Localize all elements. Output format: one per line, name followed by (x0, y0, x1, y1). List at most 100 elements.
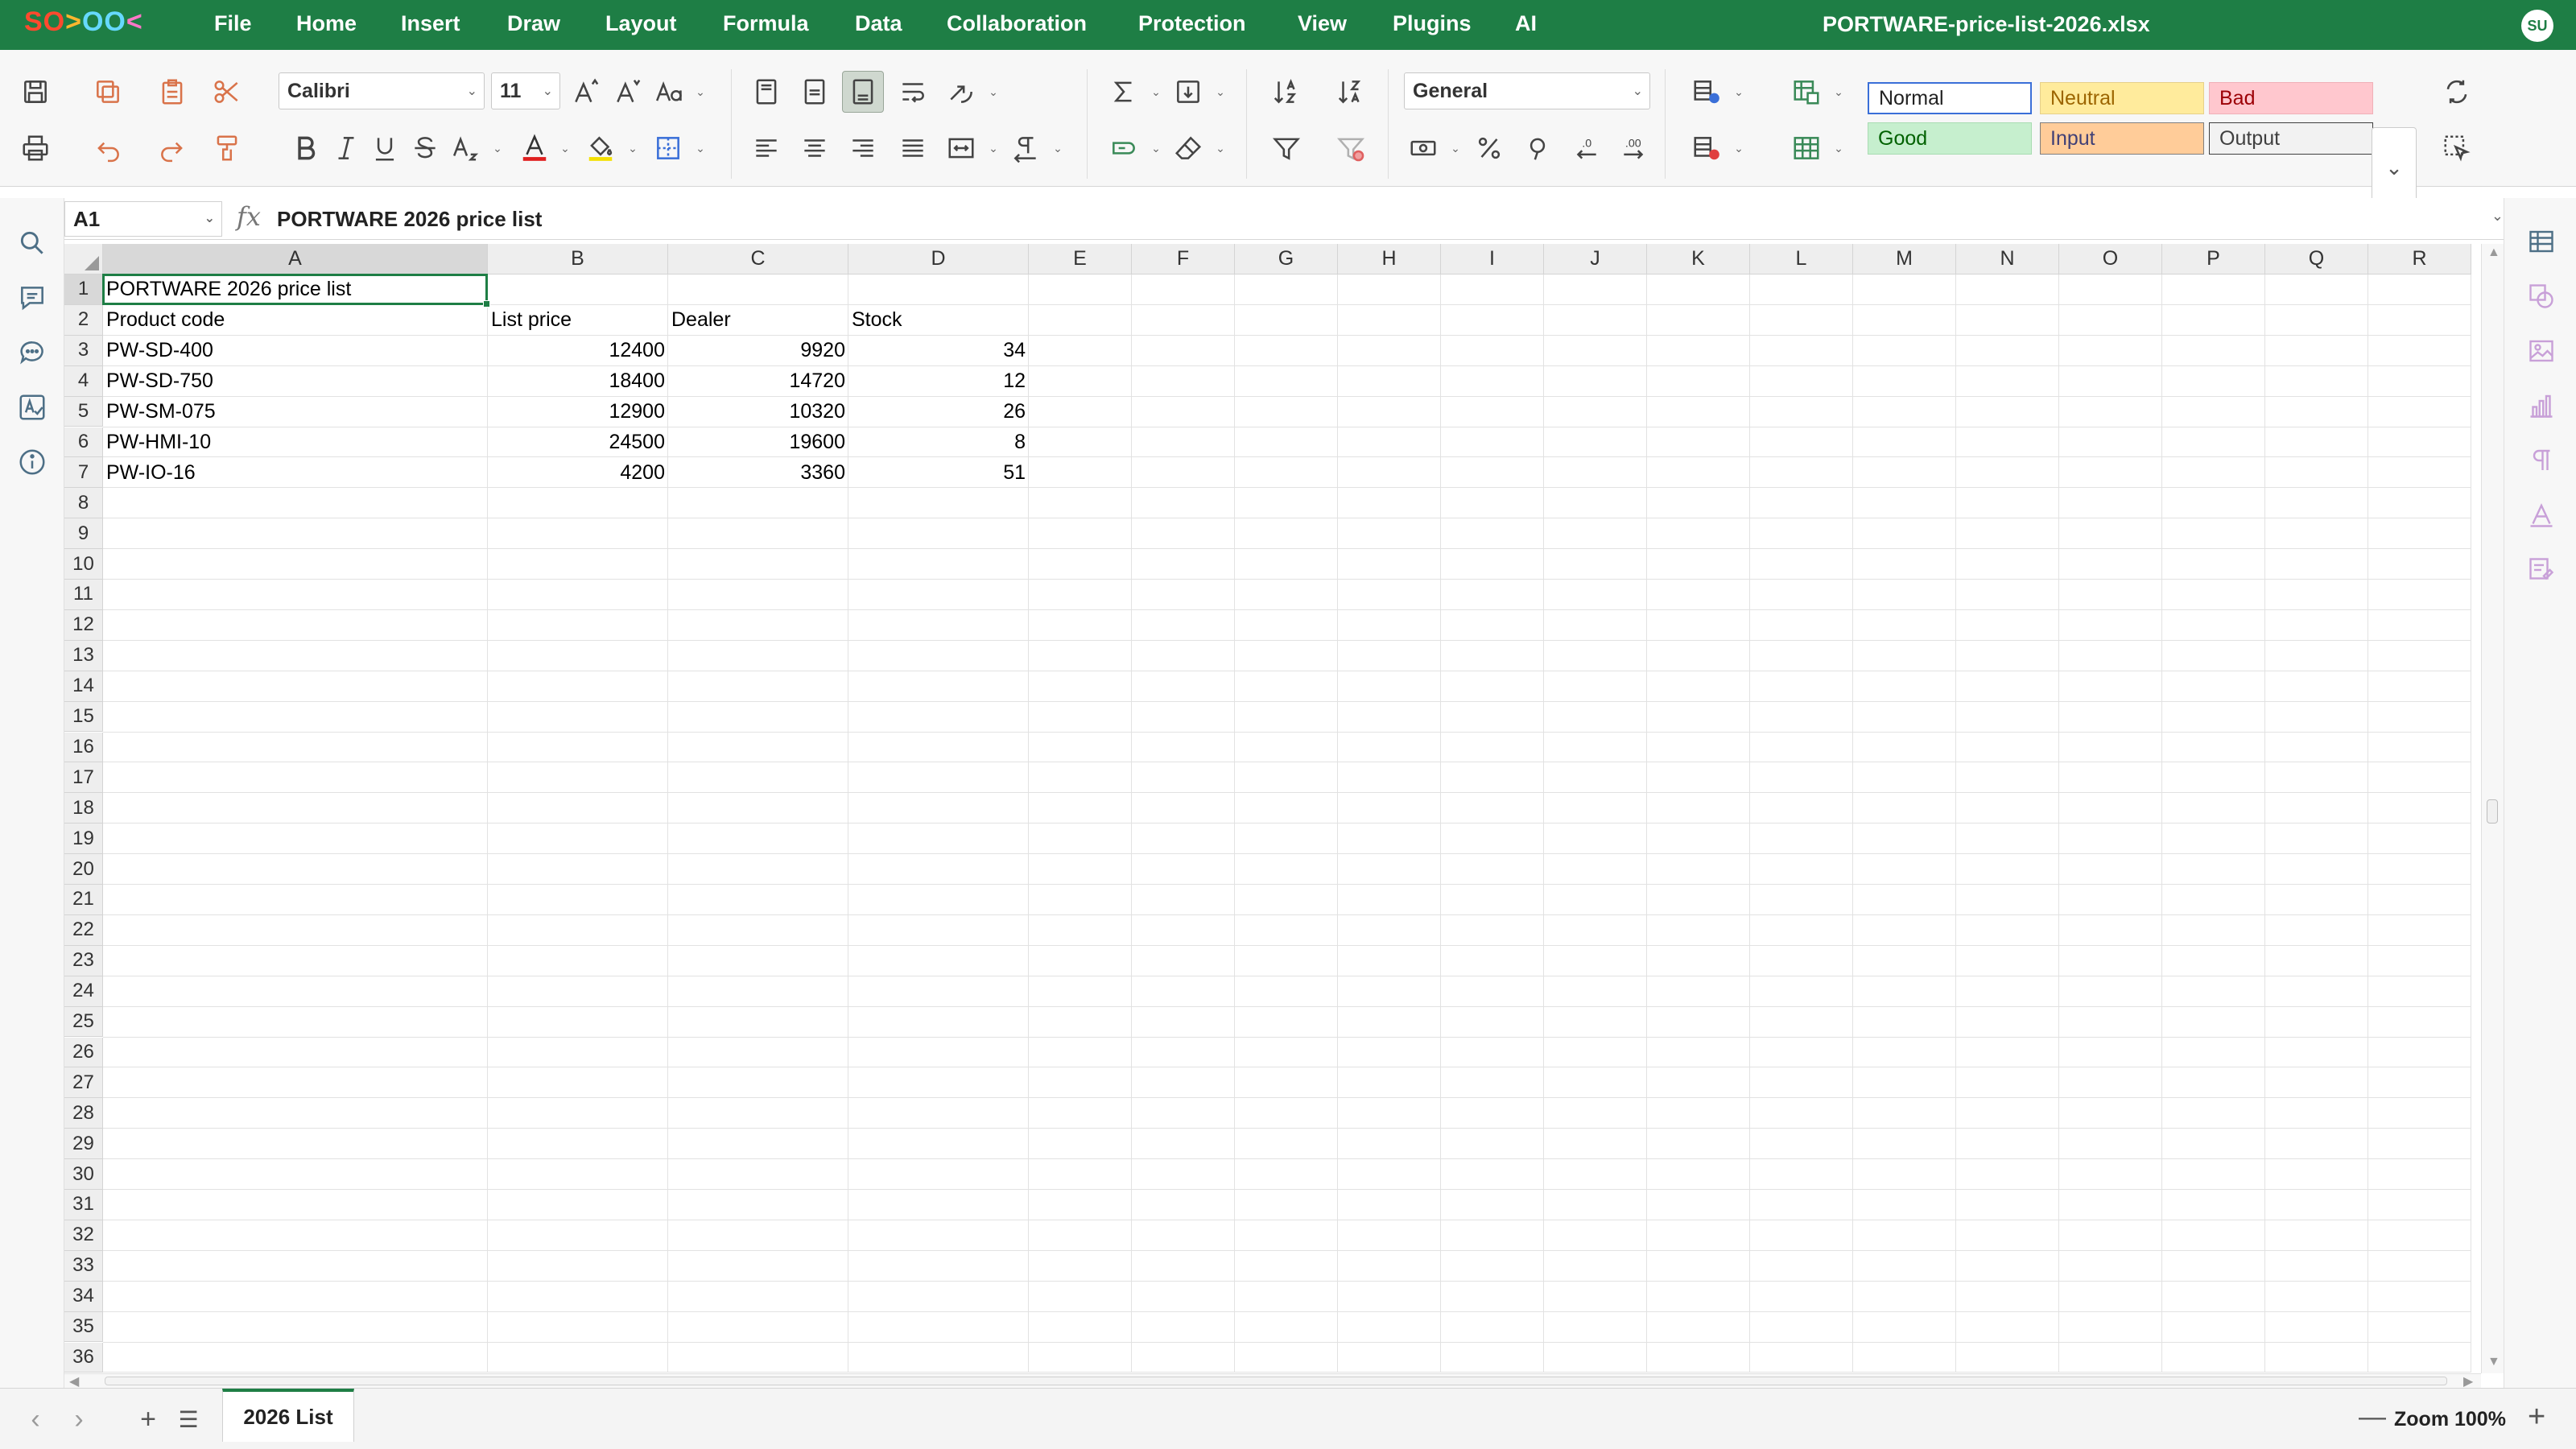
row-header[interactable]: 22 (64, 914, 103, 946)
column-header[interactable]: F (1132, 244, 1235, 275)
scroll-right-icon[interactable]: ▶ (2463, 1373, 2473, 1389)
row-header[interactable]: 9 (64, 518, 103, 550)
menu-collaboration[interactable]: Collaboration (947, 11, 1087, 36)
row-header[interactable]: 6 (64, 427, 103, 458)
chevron-down-icon[interactable]: ⌄ (694, 85, 707, 98)
column-header[interactable]: L (1750, 244, 1853, 275)
select-all-corner[interactable] (64, 244, 103, 275)
cell-a6[interactable]: PW-HMI-10 (103, 427, 488, 458)
chevron-down-icon[interactable]: ⌄ (491, 142, 504, 155)
shape-settings-icon[interactable] (2524, 279, 2559, 314)
merge-cells-icon[interactable] (940, 127, 982, 169)
cell-c2[interactable]: Dealer (668, 305, 848, 336)
user-avatar[interactable]: SU (2521, 10, 2553, 42)
row-header[interactable]: 28 (64, 1098, 103, 1129)
align-middle-icon[interactable] (794, 71, 836, 113)
row-header[interactable]: 32 (64, 1220, 103, 1251)
row-header[interactable]: 16 (64, 732, 103, 763)
row-header[interactable]: 10 (64, 549, 103, 580)
chevron-down-icon[interactable]: ⌄ (987, 142, 1000, 155)
signature-icon[interactable] (2524, 552, 2559, 588)
sheet-tab-2026-list[interactable]: 2026 List (222, 1389, 354, 1442)
chevron-down-icon[interactable]: ⌄ (694, 142, 707, 155)
cell-d2[interactable]: Stock (848, 305, 1029, 336)
cell-b3[interactable]: 12400 (488, 336, 668, 366)
style-output[interactable]: Output (2209, 122, 2373, 155)
chat-icon[interactable] (14, 335, 50, 370)
row-header[interactable]: 12 (64, 609, 103, 641)
cell-d5[interactable]: 26 (848, 397, 1029, 427)
text-direction-icon[interactable] (1005, 127, 1046, 169)
menu-insert[interactable]: Insert (401, 11, 460, 36)
style-neutral[interactable]: Neutral (2040, 82, 2204, 114)
font-name-select[interactable]: Calibri ⌄ (279, 72, 485, 109)
row-header[interactable]: 36 (64, 1342, 103, 1373)
column-header[interactable]: K (1647, 244, 1750, 275)
style-good[interactable]: Good (1868, 122, 2032, 155)
increase-decimal-icon[interactable]: .00 (1613, 127, 1655, 169)
format-painter-icon[interactable] (206, 127, 248, 169)
chevron-down-icon[interactable]: ⌄ (1214, 85, 1227, 98)
vertical-scroll-thumb[interactable] (2487, 799, 2498, 824)
format-as-table-icon[interactable] (1785, 71, 1827, 113)
cell-a3[interactable]: PW-SD-400 (103, 336, 488, 366)
subscript-icon[interactable] (446, 127, 488, 169)
name-box[interactable]: A1 ⌄ (64, 201, 222, 237)
number-format-select[interactable]: General ⌄ (1404, 72, 1650, 109)
row-header[interactable]: 23 (64, 945, 103, 976)
image-settings-icon[interactable] (2524, 333, 2559, 369)
increase-font-icon[interactable] (565, 71, 607, 113)
bold-icon[interactable] (285, 127, 327, 169)
vertical-scrollbar[interactable]: ▲ ▼ (2481, 244, 2504, 1373)
menu-protection[interactable]: Protection (1138, 11, 1246, 36)
row-header[interactable]: 29 (64, 1129, 103, 1160)
cell-c6[interactable]: 19600 (668, 427, 848, 458)
cell-a7[interactable]: PW-IO-16 (103, 457, 488, 488)
menu-layout[interactable]: Layout (605, 11, 677, 36)
align-left-icon[interactable] (745, 127, 787, 169)
chart-settings-icon[interactable] (2524, 388, 2559, 423)
cell-b2[interactable]: List price (488, 305, 668, 336)
row-header[interactable]: 31 (64, 1190, 103, 1220)
menu-ai[interactable]: AI (1515, 11, 1537, 36)
cell-c7[interactable]: 3360 (668, 457, 848, 488)
column-header[interactable]: B (488, 244, 668, 275)
function-icon[interactable]: fx (237, 201, 261, 232)
row-header[interactable]: 18 (64, 793, 103, 824)
row-header[interactable]: 3 (64, 335, 103, 366)
italic-icon[interactable] (325, 127, 367, 169)
fill-color-icon[interactable] (580, 127, 621, 169)
row-header[interactable]: 27 (64, 1067, 103, 1099)
zoom-in-icon[interactable]: + (2528, 1400, 2545, 1435)
row-header[interactable]: 15 (64, 701, 103, 733)
chevron-down-icon[interactable]: ⌄ (1449, 142, 1462, 155)
next-sheet-icon[interactable]: › (63, 1403, 95, 1435)
cell-c3[interactable]: 9920 (668, 336, 848, 366)
previous-sheet-icon[interactable]: ‹ (19, 1403, 52, 1435)
column-header[interactable]: C (668, 244, 848, 275)
cell-b7[interactable]: 4200 (488, 457, 668, 488)
column-header[interactable]: M (1853, 244, 1956, 275)
row-header[interactable]: 17 (64, 762, 103, 794)
menu-draw[interactable]: Draw (507, 11, 560, 36)
horizontal-scrollbar[interactable]: ◀ ▶ (64, 1373, 2481, 1389)
column-header[interactable]: G (1235, 244, 1338, 275)
chevron-down-icon[interactable]: ⌄ (1732, 142, 1745, 155)
text-orientation-icon[interactable] (940, 71, 982, 113)
menu-view[interactable]: View (1298, 11, 1347, 36)
select-icon[interactable] (2436, 127, 2478, 169)
menu-data[interactable]: Data (855, 11, 902, 36)
style-bad[interactable]: Bad (2209, 82, 2373, 114)
chevron-down-icon[interactable]: ⌄ (987, 85, 1000, 98)
row-header[interactable]: 1 (64, 275, 103, 305)
font-color-icon[interactable] (514, 127, 555, 169)
row-header[interactable]: 26 (64, 1037, 103, 1068)
menu-plugins[interactable]: Plugins (1393, 11, 1472, 36)
text-art-icon[interactable] (2524, 497, 2559, 533)
paragraph-settings-icon[interactable] (2524, 443, 2559, 478)
conditional-formatting-icon[interactable] (1686, 71, 1728, 113)
row-header[interactable]: 21 (64, 885, 103, 915)
column-header[interactable]: O (2059, 244, 2162, 275)
row-header[interactable]: 30 (64, 1159, 103, 1190)
info-icon[interactable] (14, 444, 50, 480)
